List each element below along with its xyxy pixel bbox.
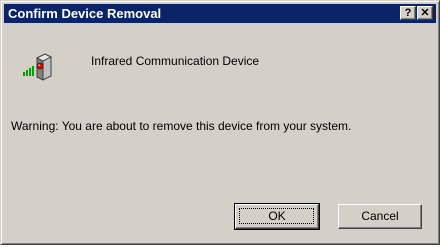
cancel-button[interactable]: Cancel <box>338 204 422 229</box>
close-icon: ✕ <box>420 7 430 19</box>
ok-button-label: OK <box>268 209 286 223</box>
help-button[interactable]: ? <box>400 6 416 20</box>
confirm-device-removal-dialog: Confirm Device Removal ? ✕ Infrared Comm… <box>0 0 440 245</box>
warning-message: Warning: You are about to remove this de… <box>11 119 352 133</box>
title-bar[interactable]: Confirm Device Removal ? ✕ <box>4 4 436 23</box>
ok-button[interactable]: OK <box>234 203 320 230</box>
window-title: Confirm Device Removal <box>8 6 162 21</box>
close-button[interactable]: ✕ <box>417 6 433 20</box>
infrared-device-icon <box>23 53 53 81</box>
device-name: Infrared Communication Device <box>91 54 260 68</box>
